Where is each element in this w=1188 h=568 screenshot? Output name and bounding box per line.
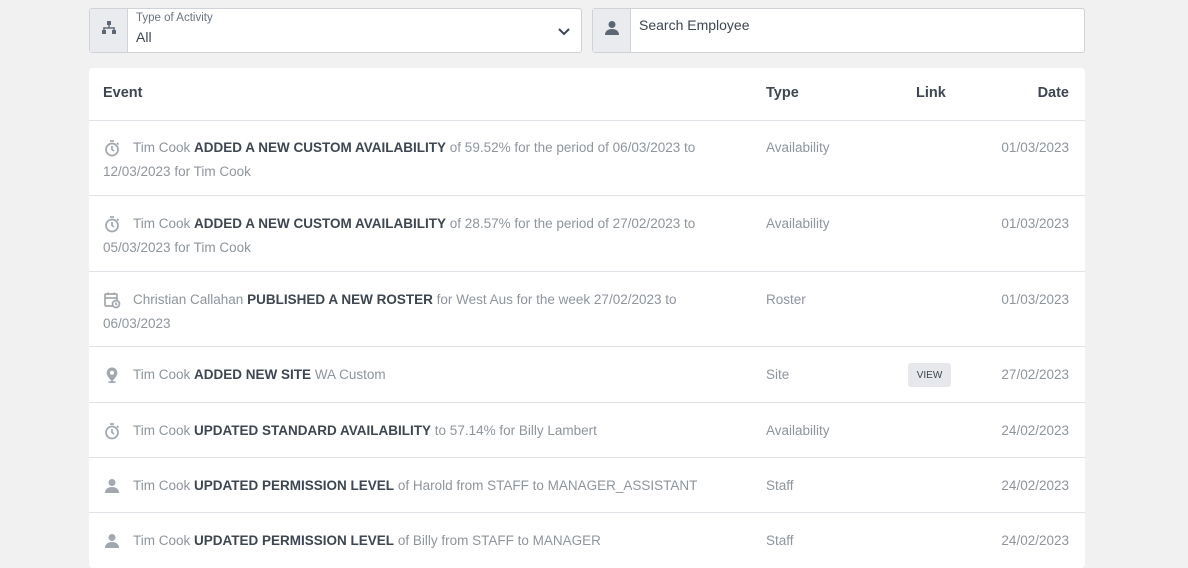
type-cell: Availability — [766, 423, 830, 438]
calendar-clock-icon — [103, 291, 121, 309]
table-row: Tim Cook UPDATED STANDARD AVAILABILITY t… — [89, 403, 1085, 458]
activity-type-label: Type of Activity — [136, 12, 213, 24]
column-header-type: Type — [766, 85, 799, 101]
employee-search-field[interactable] — [592, 8, 1085, 53]
event-actor: Tim Cook — [133, 140, 191, 155]
type-cell: Availability — [766, 216, 830, 231]
event-detail: to 57.14% for Billy Lambert — [434, 423, 597, 438]
column-header-link: Link — [916, 85, 946, 101]
event-action: UPDATED STANDARD AVAILABILITY — [194, 423, 432, 438]
event-action: PUBLISHED A NEW ROSTER — [247, 292, 433, 307]
table-row: Christian Callahan PUBLISHED A NEW ROSTE… — [89, 272, 1085, 347]
event-actor: Christian Callahan — [133, 292, 244, 307]
event-cell: Tim Cook UPDATED PERMISSION LEVEL of Bil… — [103, 529, 723, 553]
date-cell: 01/03/2023 — [1001, 216, 1069, 231]
type-cell: Site — [766, 367, 790, 382]
event-actor: Tim Cook — [133, 367, 191, 382]
table-row: Tim Cook UPDATED PERMISSION LEVEL of Har… — [89, 458, 1085, 513]
map-pin-icon — [103, 366, 121, 384]
event-detail: WA Custom — [314, 367, 386, 382]
type-cell: Staff — [766, 478, 794, 493]
table-header: Event Type Link Date — [89, 68, 1085, 121]
activity-log-table: Event Type Link Date Tim Cook ADDED A NE… — [89, 68, 1085, 568]
activity-addon — [90, 9, 128, 52]
table-row: Tim Cook ADDED A NEW CUSTOM AVAILABILITY… — [89, 196, 1085, 272]
chevron-down-icon[interactable] — [557, 24, 571, 38]
table-row: Tim Cook ADDED A NEW CUSTOM AVAILABILITY… — [89, 120, 1085, 196]
date-cell: 01/03/2023 — [1001, 292, 1069, 307]
event-actor: Tim Cook — [133, 478, 191, 493]
type-cell: Roster — [766, 292, 806, 307]
table-row: Tim Cook UPDATED PERMISSION LEVEL of Bil… — [89, 513, 1085, 567]
date-cell: 24/02/2023 — [1001, 478, 1069, 493]
sitemap-icon — [100, 19, 118, 42]
filter-bar: Type of Activity All — [89, 8, 1085, 53]
column-header-date: Date — [1037, 85, 1069, 101]
event-action: ADDED NEW SITE — [194, 367, 312, 382]
user-icon — [103, 532, 121, 550]
activity-type-value: All — [136, 29, 152, 45]
event-cell: Tim Cook UPDATED PERMISSION LEVEL of Har… — [103, 474, 723, 498]
date-cell: 24/02/2023 — [1001, 533, 1069, 548]
event-actor: Tim Cook — [133, 216, 191, 231]
event-cell: Tim Cook ADDED A NEW CUSTOM AVAILABILITY… — [103, 212, 723, 259]
date-cell: 01/03/2023 — [1001, 140, 1069, 155]
event-cell: Tim Cook ADDED A NEW CUSTOM AVAILABILITY… — [103, 136, 723, 183]
view-button[interactable]: VIEW — [908, 363, 951, 387]
stopwatch-icon — [103, 139, 121, 157]
employee-addon — [593, 9, 631, 52]
employee-search-input[interactable] — [631, 9, 1071, 52]
type-cell: Availability — [766, 140, 830, 155]
stopwatch-icon — [103, 422, 121, 440]
event-cell: Tim Cook ADDED NEW SITE WA Custom — [103, 363, 723, 387]
user-icon — [603, 19, 621, 42]
event-detail: of Harold from STAFF to MANAGER_ASSISTAN… — [397, 478, 698, 493]
user-icon — [103, 477, 121, 495]
date-cell: 24/02/2023 — [1001, 423, 1069, 438]
event-action: ADDED A NEW CUSTOM AVAILABILITY — [194, 140, 447, 155]
event-actor: Tim Cook — [133, 423, 191, 438]
date-cell: 27/02/2023 — [1001, 367, 1069, 382]
stopwatch-icon — [103, 215, 121, 233]
event-cell: Tim Cook UPDATED STANDARD AVAILABILITY t… — [103, 419, 723, 443]
event-action: UPDATED PERMISSION LEVEL — [194, 478, 395, 493]
type-cell: Staff — [766, 533, 794, 548]
event-cell: Christian Callahan PUBLISHED A NEW ROSTE… — [103, 288, 723, 335]
event-action: ADDED A NEW CUSTOM AVAILABILITY — [194, 216, 447, 231]
activity-type-select[interactable]: Type of Activity All — [89, 8, 582, 53]
column-header-event: Event — [103, 85, 143, 101]
table-row: Tim Cook ADDED NEW SITE WA Custom Site V… — [89, 347, 1085, 403]
